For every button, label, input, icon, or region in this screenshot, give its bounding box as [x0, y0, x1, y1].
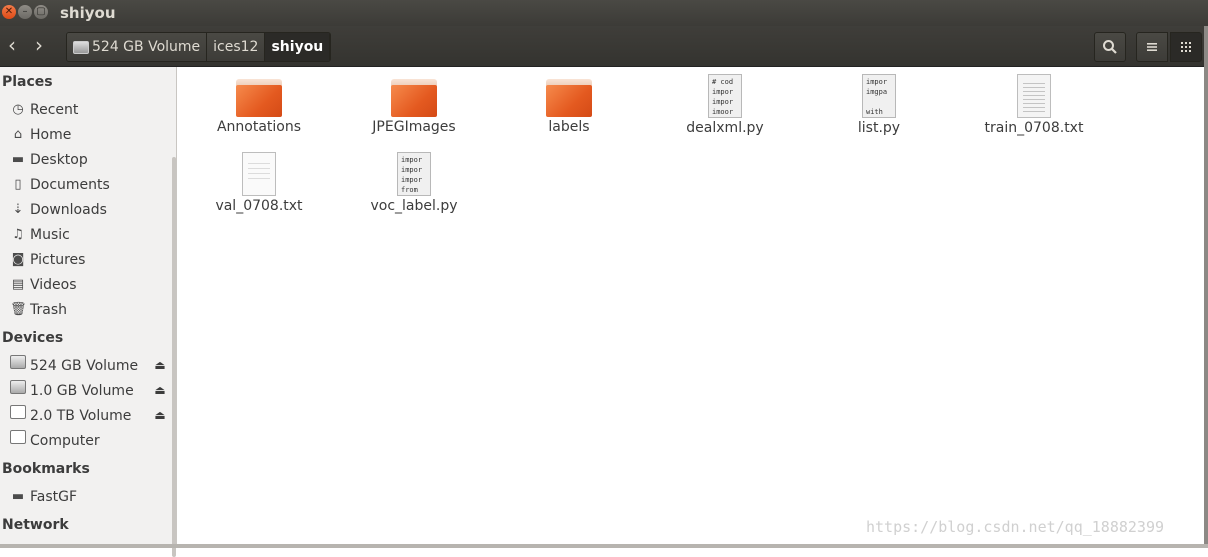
sidebar-item-label: 2.0 TB Volume	[30, 408, 132, 424]
file-name: train_0708.txt	[984, 120, 1084, 136]
sidebar-item-label: Downloads	[30, 202, 107, 218]
toolbar: ‹ › 524 GB Volume ices12 shiyou	[0, 26, 1208, 67]
folder-icon: ▬	[11, 152, 25, 167]
network-header: Network	[2, 517, 69, 533]
list-icon	[1147, 43, 1157, 51]
sidebar-item-label: Computer	[30, 433, 100, 449]
sidebar-item-desktop[interactable]: ▬ Desktop	[10, 149, 88, 171]
drive-icon	[10, 355, 26, 377]
eject-icon[interactable]: ⏏	[152, 408, 168, 422]
sidebar-item-label: Documents	[30, 177, 110, 193]
search-button[interactable]	[1094, 32, 1126, 62]
download-icon: ⇣	[12, 202, 24, 217]
sidebar-item-label: 524 GB Volume	[30, 358, 139, 374]
sidebar-item-2tb-volume[interactable]: 2.0 TB Volume	[10, 405, 131, 427]
minimize-window-button[interactable]: –	[18, 5, 32, 19]
sidebar-item-trash[interactable]: 🗑 Trash	[10, 299, 67, 321]
folder-icon	[236, 79, 282, 117]
sidebar-item-label: Trash	[30, 302, 67, 318]
sidebar-scrollbar[interactable]	[172, 157, 176, 557]
file-item-annotations[interactable]: Annotations	[184, 67, 334, 135]
sidebar-item-1gb-volume[interactable]: 1.0 GB Volume	[10, 380, 134, 402]
file-item-jpegimages[interactable]: JPEGImages	[339, 67, 489, 135]
file-name: voc_label.py	[370, 198, 458, 214]
list-view-button[interactable]	[1136, 32, 1168, 62]
sidebar-item-documents[interactable]: ▯ Documents	[10, 174, 110, 196]
trash-icon: 🗑	[10, 302, 27, 317]
file-name: list.py	[857, 120, 901, 136]
file-item-voc-label[interactable]: impor impor impor from voc_label.py	[339, 145, 489, 214]
sidebar-item-computer[interactable]: Computer	[10, 430, 100, 452]
sidebar-item-label: Desktop	[30, 152, 88, 168]
devices-header: Devices	[2, 330, 64, 346]
watermark: https://blog.csdn.net/qq_18882399	[866, 518, 1165, 536]
film-icon: ▤	[11, 277, 25, 292]
drive-icon	[73, 40, 89, 54]
folder-icon	[546, 79, 592, 117]
bookmarks-header: Bookmarks	[2, 461, 90, 477]
computer-icon	[10, 430, 26, 452]
music-icon: ♫	[12, 227, 24, 242]
close-window-button[interactable]: ✕	[2, 5, 16, 19]
file-name: labels	[548, 119, 590, 135]
sidebar-item-home[interactable]: ⌂ Home	[10, 124, 71, 146]
breadcrumb-shiyou[interactable]: shiyou	[265, 33, 331, 61]
document-icon: ▯	[14, 177, 22, 192]
folder-icon: ▬	[11, 489, 25, 504]
places-header: Places	[2, 74, 53, 90]
file-item-labels[interactable]: labels	[494, 67, 644, 135]
drive-icon	[10, 380, 26, 402]
window-border	[0, 544, 1208, 548]
file-grid: Annotations JPEGImages labels # cod impor…	[177, 67, 1204, 544]
file-name: JPEGImages	[372, 119, 456, 135]
file-name: Annotations	[216, 119, 302, 135]
sidebar-item-label: Music	[30, 227, 70, 243]
file-item-dealxml[interactable]: # cod impor impor imoor dealxml.py	[650, 67, 800, 136]
breadcrumb: 524 GB Volume ices12 shiyou	[66, 32, 332, 62]
file-name: dealxml.py	[686, 120, 764, 136]
sidebar-item-fastgf[interactable]: ▬ FastGF	[10, 486, 77, 508]
python-script-icon: impor imgpa with	[862, 74, 896, 118]
back-button[interactable]: ‹	[0, 32, 24, 60]
file-item-train[interactable]: train_0708.txt	[959, 67, 1109, 136]
sidebar-item-label: Home	[30, 127, 72, 143]
sidebar: Places ◷ Recent ⌂ Home ▬ Desktop ▯ Docum…	[0, 67, 177, 557]
sidebar-item-label: Videos	[30, 277, 77, 293]
maximize-window-button[interactable]: ▢	[34, 5, 48, 19]
window-border	[1204, 26, 1208, 548]
python-script-icon: # cod impor impor imoor	[708, 74, 742, 118]
sidebar-item-videos[interactable]: ▤ Videos	[10, 274, 77, 296]
home-icon: ⌂	[13, 127, 23, 142]
text-file-icon	[242, 152, 276, 196]
sidebar-item-524gb-volume[interactable]: 524 GB Volume	[10, 355, 138, 377]
python-script-icon: impor impor impor from	[397, 152, 431, 196]
eject-icon[interactable]: ⏏	[152, 358, 168, 372]
sidebar-item-label: Recent	[30, 102, 79, 118]
file-item-list[interactable]: impor imgpa with list.py	[804, 67, 954, 136]
file-item-val[interactable]: val_0708.txt	[184, 145, 334, 214]
camera-icon: ◙	[11, 252, 25, 267]
window-title: shiyou	[60, 4, 116, 22]
drive-icon	[10, 405, 26, 427]
sidebar-item-label: Pictures	[30, 252, 86, 268]
forward-button[interactable]: ›	[27, 32, 51, 60]
title-bar: ✕ – ▢ shiyou	[0, 0, 1208, 26]
text-file-icon	[1017, 74, 1051, 118]
grid-view-button[interactable]	[1170, 32, 1202, 62]
sidebar-item-label: FastGF	[30, 489, 78, 505]
breadcrumb-ices12[interactable]: ices12	[207, 33, 266, 61]
breadcrumb-volume[interactable]: 524 GB Volume	[67, 33, 208, 61]
eject-icon[interactable]: ⏏	[152, 383, 168, 397]
grid-icon	[1181, 42, 1191, 52]
sidebar-item-pictures[interactable]: ◙ Pictures	[10, 249, 86, 271]
search-icon	[1103, 40, 1117, 54]
clock-icon: ◷	[12, 102, 24, 117]
sidebar-item-music[interactable]: ♫ Music	[10, 224, 70, 246]
sidebar-item-recent[interactable]: ◷ Recent	[10, 99, 78, 121]
folder-icon	[391, 79, 437, 117]
file-name: val_0708.txt	[215, 198, 303, 214]
sidebar-item-downloads[interactable]: ⇣ Downloads	[10, 199, 107, 221]
sidebar-item-label: 1.0 GB Volume	[30, 383, 134, 399]
breadcrumb-label: 524 GB Volume	[92, 39, 201, 55]
